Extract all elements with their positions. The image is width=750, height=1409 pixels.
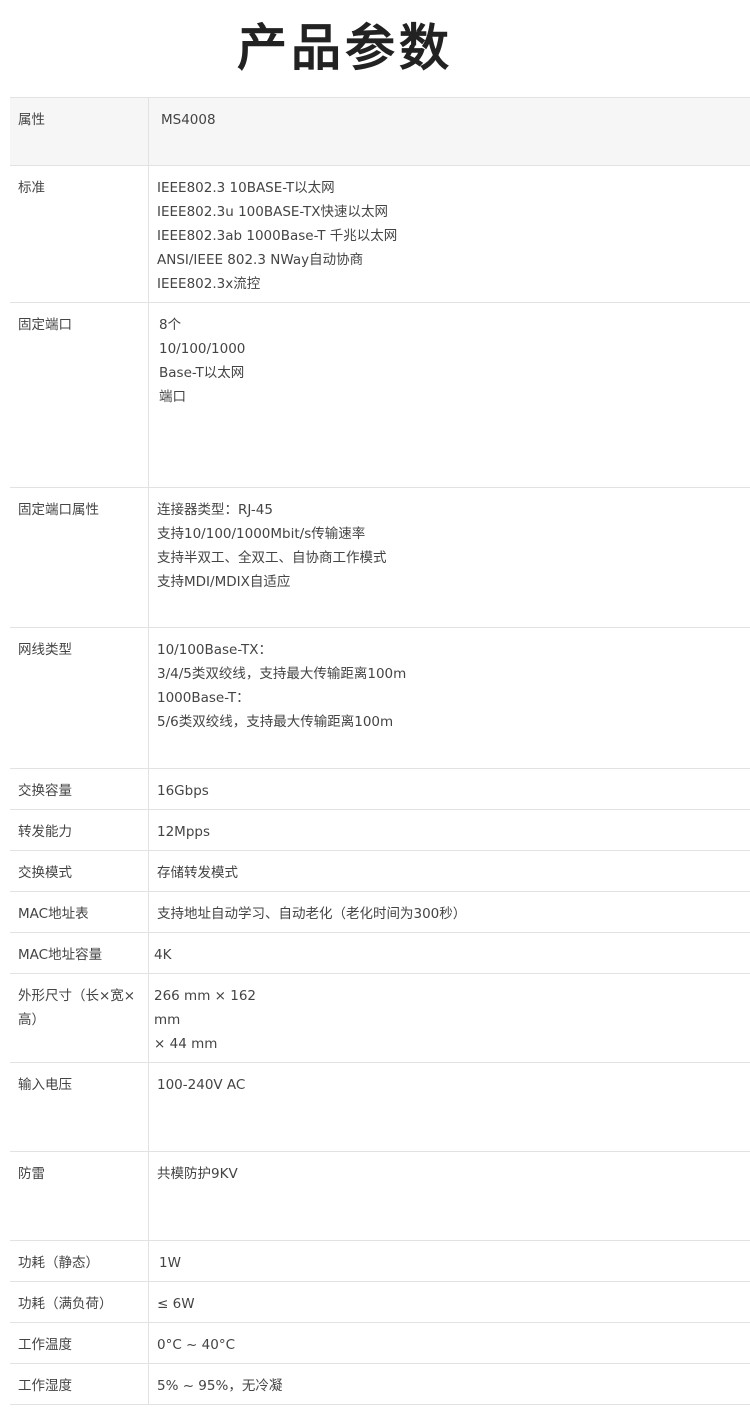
row-label: 功耗（满负荷） <box>10 1281 149 1323</box>
row-value: 266 mm × 162 mm × 44 mm <box>148 973 750 1063</box>
row-label: 外形尺寸（长×宽×高） <box>10 973 149 1063</box>
row-label: 交换容量 <box>10 768 149 810</box>
row-label: 标准 <box>10 165 149 303</box>
value-line: IEEE802.3ab 1000Base-T 千兆以太网 <box>157 228 398 244</box>
table-row: 属性 MS4008 <box>10 97 750 166</box>
spec-table: 属性 MS4008 标准 IEEE802.3 10BASE-T以太网 IEEE8… <box>10 97 750 1405</box>
table-row: 固定端口属性 连接器类型：RJ-45 支持10/100/1000Mbit/s传输… <box>10 487 750 628</box>
value-line: ANSI/IEEE 802.3 NWay自动协商 <box>157 252 364 268</box>
row-value: IEEE802.3 10BASE-T以太网 IEEE802.3u 100BASE… <box>148 165 750 303</box>
row-label: 工作温度 <box>10 1322 149 1364</box>
row-value: 8个 10/100/1000 Base-T以太网 端口 <box>148 302 750 488</box>
row-label: MAC地址容量 <box>10 932 149 974</box>
row-label-text: 外形尺寸（长×宽×高） <box>18 988 136 1028</box>
row-label: 固定端口属性 <box>10 487 149 628</box>
value-line: 8个 <box>159 317 182 333</box>
value-line: 支持MDI/MDIX自适应 <box>157 574 291 590</box>
value-line: 支持10/100/1000Mbit/s传输速率 <box>157 526 366 542</box>
value-line: 1000Base-T： <box>157 690 250 706</box>
row-label: 转发能力 <box>10 809 149 851</box>
table-row: 输入电压 100-240V AC <box>10 1062 750 1152</box>
value-line: MS4008 <box>161 112 216 128</box>
row-value: 存储转发模式 <box>148 850 750 892</box>
row-value: 共模防护9KV <box>148 1151 750 1241</box>
value-line: 共模防护9KV <box>157 1166 238 1182</box>
row-value: 10/100Base-TX： 3/4/5类双绞线，支持最大传输距离100m 10… <box>148 627 750 769</box>
value-line: 端口 <box>159 389 186 405</box>
value-line: 4K <box>154 947 172 963</box>
row-label: 输入电压 <box>10 1062 149 1152</box>
row-value: 12Mpps <box>148 809 750 851</box>
value-line: 16Gbps <box>157 783 209 799</box>
table-row: 工作温度 0°C ~ 40°C <box>10 1322 750 1364</box>
row-value: MS4008 <box>148 97 750 166</box>
table-row: 工作湿度 5% ~ 95%，无冷凝 <box>10 1363 750 1405</box>
value-line: 12Mpps <box>157 824 210 840</box>
row-value: 5% ~ 95%，无冷凝 <box>148 1363 750 1405</box>
value-line: ≤ 6W <box>157 1296 195 1312</box>
row-label: 固定端口 <box>10 302 149 488</box>
value-line: 10/100/1000 <box>159 341 246 357</box>
value-line: 100-240V AC <box>157 1077 246 1093</box>
row-label: 工作湿度 <box>10 1363 149 1405</box>
value-line: 支持半双工、全双工、自协商工作模式 <box>157 550 387 566</box>
value-line: 3/4/5类双绞线，支持最大传输距离100m <box>157 666 407 682</box>
table-row: 交换容量 16Gbps <box>10 768 750 810</box>
table-row: 转发能力 12Mpps <box>10 809 750 851</box>
row-value: 100-240V AC <box>148 1062 750 1152</box>
value-line: 5/6类双绞线，支持最大传输距离100m <box>157 714 394 730</box>
row-label: 网线类型 <box>10 627 149 769</box>
value-line: 266 mm × 162 <box>154 988 257 1004</box>
value-line: IEEE802.3x流控 <box>157 276 261 292</box>
value-line: Base-T以太网 <box>159 365 245 381</box>
value-line: 支持地址自动学习、自动老化（老化时间为300秒） <box>157 906 467 922</box>
table-row: 功耗（满负荷） ≤ 6W <box>10 1281 750 1323</box>
table-row: 固定端口 8个 10/100/1000 Base-T以太网 端口 <box>10 302 750 488</box>
row-label: 交换模式 <box>10 850 149 892</box>
row-label: 防雷 <box>10 1151 149 1241</box>
row-value: 连接器类型：RJ-45 支持10/100/1000Mbit/s传输速率 支持半双… <box>148 487 750 628</box>
value-line: 1W <box>159 1255 181 1271</box>
table-row: MAC地址表 支持地址自动学习、自动老化（老化时间为300秒） <box>10 891 750 933</box>
table-row: 外形尺寸（长×宽×高） 266 mm × 162 mm × 44 mm <box>10 973 750 1063</box>
table-row: 防雷 共模防护9KV <box>10 1151 750 1241</box>
value-line: × 44 mm <box>154 1036 218 1052</box>
row-value: 0°C ~ 40°C <box>148 1322 750 1364</box>
row-value: 4K <box>148 932 750 974</box>
row-value: 16Gbps <box>148 768 750 810</box>
value-line: 5% ~ 95%，无冷凝 <box>157 1378 283 1394</box>
value-line: mm <box>154 1012 181 1028</box>
row-value: 1W <box>148 1240 750 1282</box>
table-row: 功耗（静态） 1W <box>10 1240 750 1282</box>
row-value: ≤ 6W <box>148 1281 750 1323</box>
value-line: IEEE802.3u 100BASE-TX快速以太网 <box>157 204 389 220</box>
row-value: 支持地址自动学习、自动老化（老化时间为300秒） <box>148 891 750 933</box>
table-row: MAC地址容量 4K <box>10 932 750 974</box>
value-line: 0°C ~ 40°C <box>157 1337 236 1353</box>
row-label: MAC地址表 <box>10 891 149 933</box>
table-row: 交换模式 存储转发模式 <box>10 850 750 892</box>
page-title: 产品参数 <box>237 19 453 77</box>
row-label: 功耗（静态） <box>10 1240 149 1282</box>
value-line: IEEE802.3 10BASE-T以太网 <box>157 180 335 196</box>
table-row: 网线类型 10/100Base-TX： 3/4/5类双绞线，支持最大传输距离10… <box>10 627 750 769</box>
row-label: 属性 <box>10 97 149 166</box>
value-line: 10/100Base-TX： <box>157 642 272 658</box>
value-line: 存储转发模式 <box>157 865 238 881</box>
table-row: 标准 IEEE802.3 10BASE-T以太网 IEEE802.3u 100B… <box>10 165 750 303</box>
value-line: 连接器类型：RJ-45 <box>157 502 273 518</box>
